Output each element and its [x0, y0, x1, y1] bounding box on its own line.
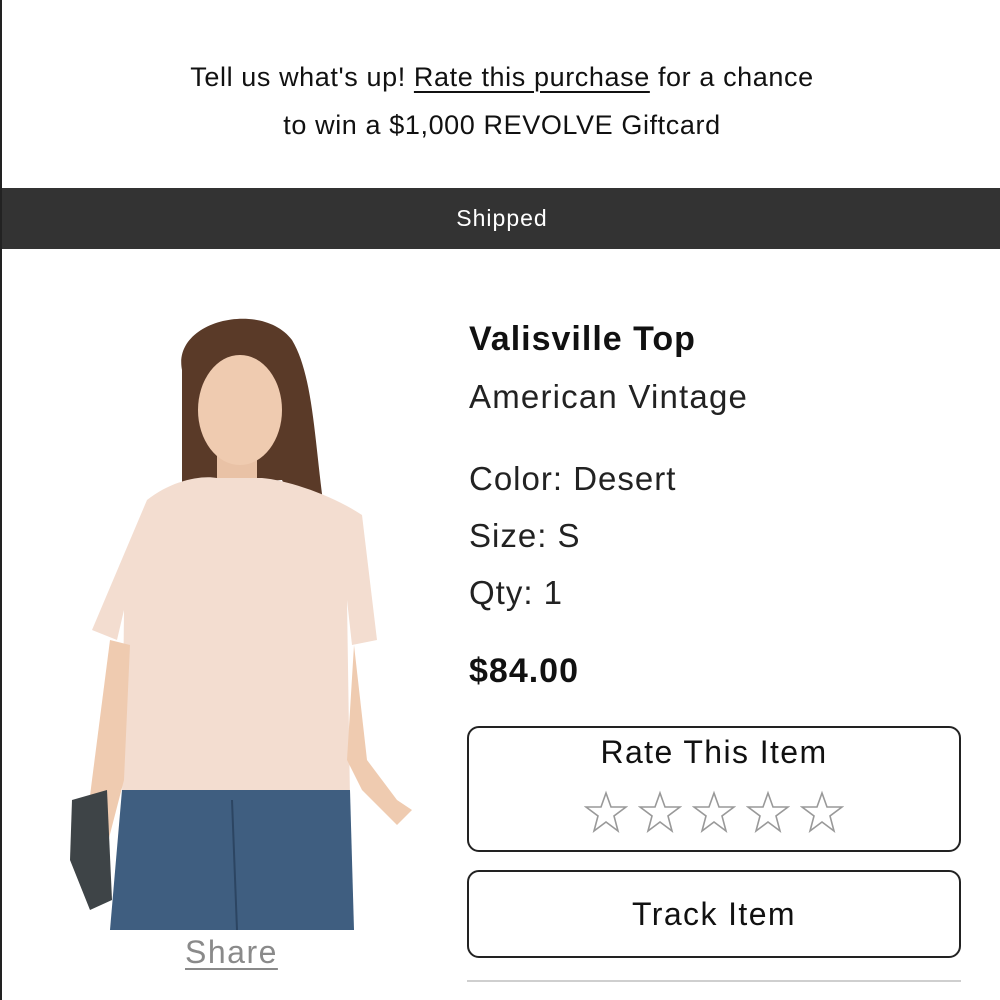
- star-icon-5[interactable]: [800, 790, 844, 834]
- star-icon-1[interactable]: [584, 790, 628, 834]
- product-qty: Qty: 1: [469, 574, 564, 611]
- blouse-shape: [92, 477, 377, 800]
- product-photo[interactable]: [62, 300, 422, 930]
- clutch-shape: [70, 790, 112, 910]
- product-size: Size: S: [469, 517, 581, 554]
- section-divider: [467, 980, 961, 982]
- order-item-page: Tell us what's up! Rate this purchase fo…: [0, 0, 1000, 1000]
- promo-prefix: Tell us what's up!: [190, 62, 414, 92]
- star-rating: [469, 790, 959, 834]
- promo-suffix: for a chance: [649, 62, 814, 92]
- share-link[interactable]: Share: [185, 934, 278, 971]
- right-arm-shape: [347, 645, 412, 825]
- track-item-button[interactable]: Track Item: [467, 870, 961, 958]
- rate-item-box[interactable]: Rate This Item: [467, 726, 961, 852]
- star-icon-4[interactable]: [746, 790, 790, 834]
- rate-item-title: Rate This Item: [600, 734, 828, 770]
- product-price: $84.00: [469, 652, 579, 690]
- star-icon-3[interactable]: [692, 790, 736, 834]
- promo-banner: Tell us what's up! Rate this purchase fo…: [2, 0, 1000, 188]
- track-item-label: Track Item: [632, 895, 796, 932]
- promo-line-1: Tell us what's up! Rate this purchase fo…: [2, 62, 1000, 93]
- star-icon-2[interactable]: [638, 790, 682, 834]
- rate-purchase-link[interactable]: Rate this purchase: [414, 62, 650, 92]
- promo-line-2: to win a $1,000 REVOLVE Giftcard: [283, 110, 721, 140]
- shipping-status-bar: Shipped: [2, 188, 1000, 249]
- product-name[interactable]: Valisville Top: [469, 320, 696, 359]
- face-shape: [198, 355, 282, 465]
- brand-name[interactable]: American Vintage: [469, 378, 748, 416]
- product-color: Color: Desert: [469, 460, 677, 497]
- status-label: Shipped: [456, 205, 548, 231]
